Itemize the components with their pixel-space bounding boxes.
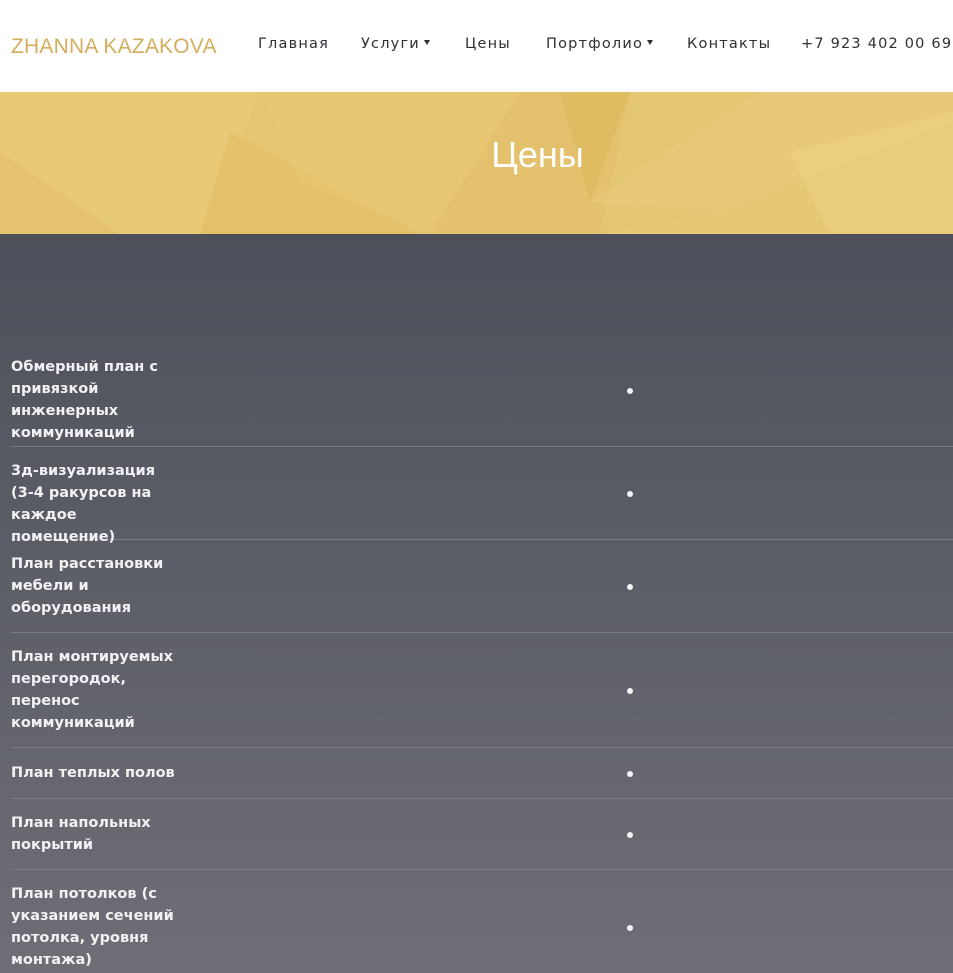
bullet-icon bbox=[627, 688, 633, 694]
page-title: Цены bbox=[491, 134, 584, 175]
price-row-label: План теплых полов bbox=[11, 765, 175, 781]
nav-item-contacts[interactable]: Контакты bbox=[687, 36, 771, 52]
price-row: План потолков (с указанием сечений потол… bbox=[11, 870, 953, 973]
bullet-icon bbox=[627, 584, 633, 590]
nav-item-home[interactable]: Главная bbox=[258, 36, 329, 52]
nav-phone-link[interactable]: +7 923 402 00 69 bbox=[801, 36, 952, 52]
prices-section: Обмерный план с привязкой инженерных ком… bbox=[0, 234, 953, 973]
nav-item-prices[interactable]: Цены bbox=[465, 36, 511, 52]
price-row-label: План расстановки мебели и оборудования bbox=[11, 556, 164, 616]
nav-item-services[interactable]: Услуги bbox=[361, 36, 430, 52]
nav-item-label: Портфолио bbox=[546, 36, 644, 52]
nav-item-label: Контакты bbox=[687, 36, 772, 52]
nav-item-label: Цены bbox=[465, 36, 511, 52]
caret-down-icon bbox=[647, 40, 654, 45]
price-row-label: План монтируемых перегородок, перенос ко… bbox=[11, 649, 173, 731]
nav-item-portfolio[interactable]: Портфолио bbox=[546, 36, 654, 52]
price-row: План напольных покрытий bbox=[11, 799, 953, 870]
price-row: План расстановки мебели и оборудования bbox=[11, 540, 953, 633]
price-row-label: 3д-визуализация (3-4 ракурсов на каждое … bbox=[11, 463, 156, 545]
price-row: Обмерный план с привязкой инженерных ком… bbox=[11, 346, 953, 447]
bullet-icon bbox=[627, 491, 633, 497]
bullet-icon bbox=[627, 925, 633, 931]
site-header: ZHANNA KAZAKOVA Главная Услуги Цены Порт… bbox=[0, 0, 953, 92]
price-row: План монтируемых перегородок, перенос ко… bbox=[11, 633, 953, 748]
price-row: План теплых полов bbox=[11, 748, 953, 799]
nav-item-label: Главная bbox=[258, 36, 330, 52]
bullet-icon bbox=[627, 832, 633, 838]
price-row-label: План потолков (с указанием сечений потол… bbox=[11, 886, 174, 968]
main-nav: Главная Услуги Цены Портфолио Контакты +… bbox=[0, 0, 953, 92]
bullet-icon bbox=[627, 771, 633, 777]
price-row-label: Обмерный план с привязкой инженерных ком… bbox=[11, 359, 158, 441]
price-row-label: План напольных покрытий bbox=[11, 815, 151, 853]
bullet-icon bbox=[627, 388, 633, 394]
price-row: 3д-визуализация (3-4 ракурсов на каждое … bbox=[11, 447, 953, 545]
caret-down-icon bbox=[423, 40, 430, 45]
page-banner: Цены bbox=[0, 92, 953, 234]
nav-item-label: Услуги bbox=[361, 36, 420, 52]
